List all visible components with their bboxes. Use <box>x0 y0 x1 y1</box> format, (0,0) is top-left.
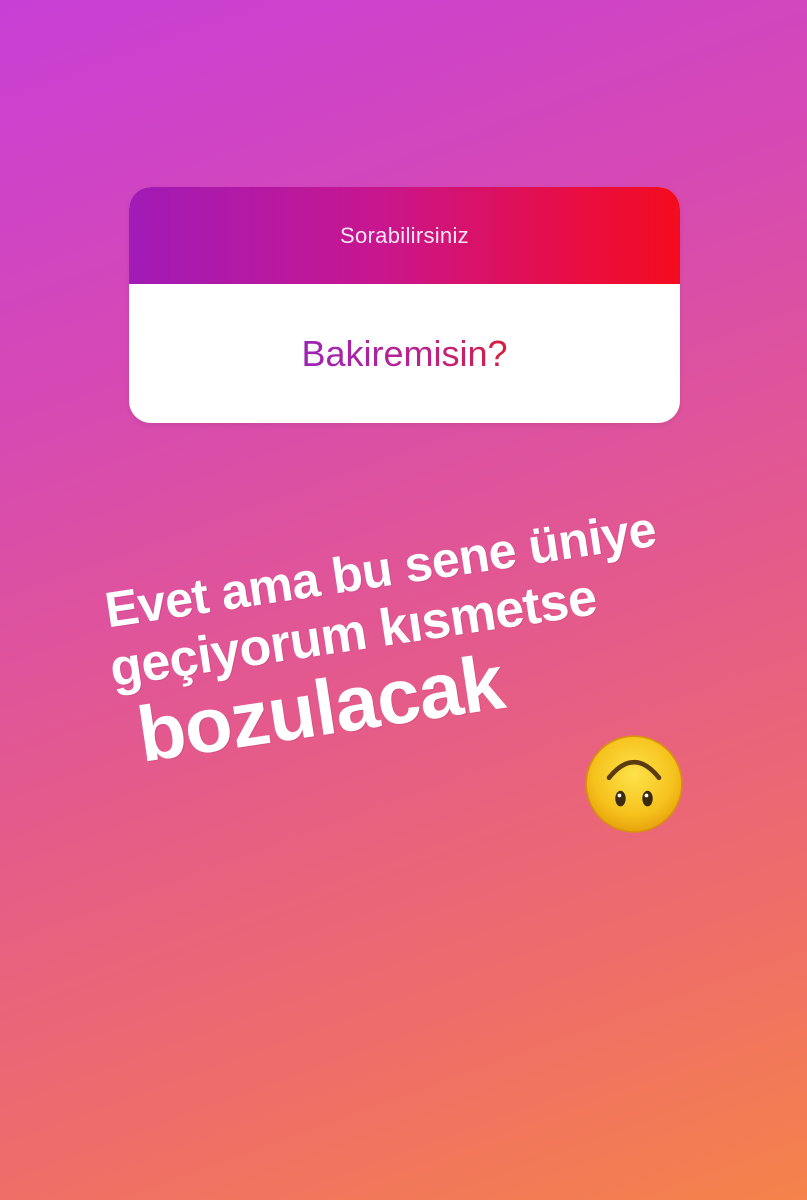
story-canvas: Sorabilirsiniz Bakiremisin? Evet ama bu … <box>0 0 807 1200</box>
question-prompt: Sorabilirsiniz <box>340 222 469 248</box>
question-sticker-body: Bakiremisin? <box>129 284 680 423</box>
question-text: Bakiremisin? <box>301 332 508 374</box>
question-sticker[interactable]: Sorabilirsiniz Bakiremisin? <box>129 187 680 423</box>
upside-down-face-icon <box>585 735 683 833</box>
question-sticker-header: Sorabilirsiniz <box>129 187 680 284</box>
